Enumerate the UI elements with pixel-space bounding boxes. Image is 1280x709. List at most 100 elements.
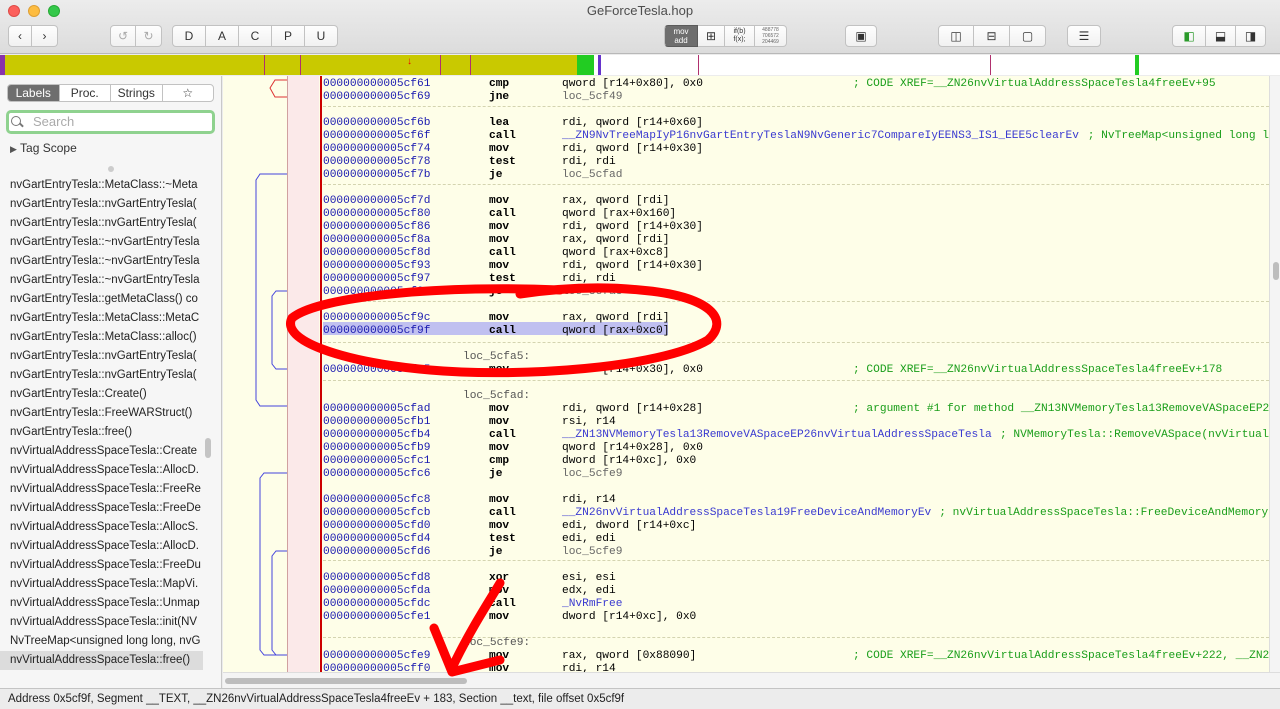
instruction-address[interactable]: 000000000005cfd0 [323,520,430,533]
instruction-operands[interactable]: esi, esi [562,572,616,585]
toggle-bottom-panel-button[interactable]: ⬓ [1206,25,1236,47]
instruction-address[interactable]: 000000000005cfb4 [323,429,430,442]
instruction-address[interactable]: 000000000005cf8a [323,234,430,247]
instruction-address[interactable]: 000000000005cf6f [323,130,430,143]
label-list-item[interactable]: nvGartEntryTesla::getMetaClass() co [0,290,203,309]
instruction-address[interactable]: 000000000005cfe1 [323,611,430,624]
instruction-address[interactable]: 000000000005cf93 [323,260,430,273]
instruction-address[interactable]: 000000000005cf86 [323,221,430,234]
instruction-operands[interactable]: rax, qword [0x88090] [562,650,696,663]
instruction-address[interactable]: 000000000005cf74 [323,143,430,156]
instruction-address[interactable]: 000000000005cfdc [323,598,430,611]
instruction-address[interactable]: 000000000005cf6b [323,117,430,130]
label-list-item[interactable]: nvGartEntryTesla::~nvGartEntryTesla [0,271,203,290]
undo-button[interactable]: ↺ [110,25,136,47]
label-list-item[interactable]: nvVirtualAddressSpaceTesla::init(NV [0,613,203,632]
hex-view-button[interactable]: 488778 706572 204469 [755,25,787,47]
instruction-address[interactable]: 000000000005cf8d [323,247,430,260]
instruction-address[interactable]: 000000000005cfda [323,585,430,598]
code-label[interactable]: loc_5cfa5: [463,351,530,364]
instruction-address[interactable]: 000000000005cff0 [323,663,430,672]
instruction-operands[interactable]: edi, dword [r14+0xc] [562,520,696,533]
label-list-item[interactable]: nvVirtualAddressSpaceTesla::Unmap [0,594,203,613]
instruction-operands[interactable]: rax, qword [rdi] [562,312,669,325]
toggle-right-panel-button[interactable]: ◨ [1236,25,1266,47]
instruction-address[interactable]: 000000000005cf9c [323,312,430,325]
instruction-address[interactable]: 000000000005cf9f [323,325,430,338]
sidebar-scrollbar[interactable] [205,438,211,458]
back-button[interactable]: ‹ [8,25,32,47]
instruction-address[interactable]: 000000000005cfc6 [323,468,430,481]
instruction-operands[interactable]: loc_5cfe9 [562,546,622,559]
instruction-operands[interactable]: rdi, rdi [562,273,616,286]
label-list-item[interactable]: nvGartEntryTesla::nvGartEntryTesla( [0,195,203,214]
instruction-address[interactable]: 000000000005cfcb [323,507,430,520]
mode-c-button[interactable]: C [239,25,272,47]
instruction-operands[interactable]: qword [rax+0xc8] [562,247,669,260]
instruction-operands[interactable]: __ZN26nvVirtualAddressSpaceTesla19FreeDe… [562,507,931,520]
instruction-operands[interactable]: edi, edi [562,533,616,546]
tab-labels[interactable]: Labels [8,85,60,101]
horizontal-scrollbar[interactable] [223,672,1280,688]
mode-p-button[interactable]: P [272,25,305,47]
segment-navigation-bar[interactable]: ↓ [0,55,1280,75]
vertical-scrollbar[interactable] [1269,76,1280,672]
label-list-item[interactable]: nvVirtualAddressSpaceTesla::MapVi. [0,575,203,594]
instruction-address[interactable]: 000000000005cfc8 [323,494,430,507]
instruction-operands[interactable]: rdi, qword [r14+0x30] [562,260,703,273]
instruction-operands[interactable]: qword [rax+0x160] [562,208,676,221]
disassembly-view[interactable]: 000000000005cf61 cmp qword [r14+0x80], 0x0… [223,76,1269,672]
label-list-item[interactable]: nvVirtualAddressSpaceTesla::FreeRe [0,480,203,499]
instruction-operands[interactable]: qword [r14+0x28], 0x0 [562,442,703,455]
instruction-address[interactable]: 000000000005cfd6 [323,546,430,559]
instruction-operands[interactable]: rdi, qword [r14+0x60] [562,117,703,130]
instruction-address[interactable]: 000000000005cf69 [323,91,430,104]
instruction-address[interactable]: 000000000005cfd4 [323,533,430,546]
code-label[interactable]: loc_5cfe9: [463,637,530,650]
split-horizontal-button[interactable]: ⊟ [974,25,1010,47]
label-list-item[interactable]: nvGartEntryTesla::~nvGartEntryTesla [0,233,203,252]
label-list-item[interactable]: nvVirtualAddressSpaceTesla::free() [0,651,203,670]
instruction-operands[interactable]: __ZN13NVMemoryTesla13RemoveVASpaceEP26nv… [562,429,992,442]
label-list-item[interactable]: nvGartEntryTesla::MetaClass::alloc() [0,328,203,347]
instruction-address[interactable]: 000000000005cf97 [323,273,430,286]
instruction-address[interactable]: 000000000005cf9a [323,286,430,299]
label-list-item[interactable]: nvVirtualAddressSpaceTesla::FreeDe [0,499,203,518]
instruction-address[interactable]: 000000000005cf7d [323,195,430,208]
label-list-item[interactable]: nvGartEntryTesla::free() [0,423,203,442]
tag-scope-toggle[interactable]: ▶ Tag Scope [10,141,77,155]
tab-strings[interactable]: Strings [111,85,163,101]
search-input[interactable]: Search [6,110,215,134]
tab-bookmarks[interactable]: ☆ [163,85,214,101]
toggle-left-panel-button[interactable]: ◧ [1172,25,1206,47]
instruction-operands[interactable]: _NvRmFree [562,598,622,611]
instruction-operands[interactable]: loc_5cfa5 [562,286,622,299]
vertical-scroll-thumb[interactable] [1273,262,1279,280]
instruction-address[interactable]: 000000000005cfa5 [323,364,430,377]
instruction-address[interactable]: 000000000005cf80 [323,208,430,221]
label-list-item[interactable]: nvGartEntryTesla::FreeWARStruct() [0,404,203,423]
label-list-item[interactable]: nvGartEntryTesla::nvGartEntryTesla( [0,366,203,385]
instruction-address[interactable]: 000000000005cfb9 [323,442,430,455]
instruction-operands[interactable]: dword [r14+0xc], 0x0 [562,611,696,624]
instruction-address[interactable]: 000000000005cfc1 [323,455,430,468]
tab-procedures[interactable]: Proc. [60,85,111,101]
label-list-item[interactable]: nvGartEntryTesla::~nvGartEntryTesla [0,252,203,271]
label-list-item[interactable]: nvVirtualAddressSpaceTesla::AllocD. [0,461,203,480]
instruction-address[interactable]: 000000000005cf7b [323,169,430,182]
mode-u-button[interactable]: U [305,25,338,47]
split-vertical-button[interactable]: ◫ [938,25,974,47]
instruction-operands[interactable]: rdi, rdi [562,156,616,169]
instruction-operands[interactable]: loc_5cf49 [562,91,622,104]
instruction-operands[interactable]: qword [r14+0x30], 0x0 [562,364,703,377]
instruction-address[interactable]: 000000000005cf61 [323,78,430,91]
mode-d-button[interactable]: D [172,25,206,47]
pseudocode-view-button[interactable]: if(b) f(x); [725,25,755,47]
cfg-view-button[interactable]: ⊞ [698,25,725,47]
label-list-item[interactable]: nvVirtualAddressSpaceTesla::AllocS. [0,518,203,537]
label-list-item[interactable]: nvGartEntryTesla::MetaClass::~Meta [0,176,203,195]
label-list-item[interactable]: nvGartEntryTesla::nvGartEntryTesla( [0,347,203,366]
asm-view-button[interactable]: mov add [664,25,698,47]
label-list-item[interactable]: nvGartEntryTesla::Create() [0,385,203,404]
inspector-settings-button[interactable]: ☰ [1067,25,1101,47]
